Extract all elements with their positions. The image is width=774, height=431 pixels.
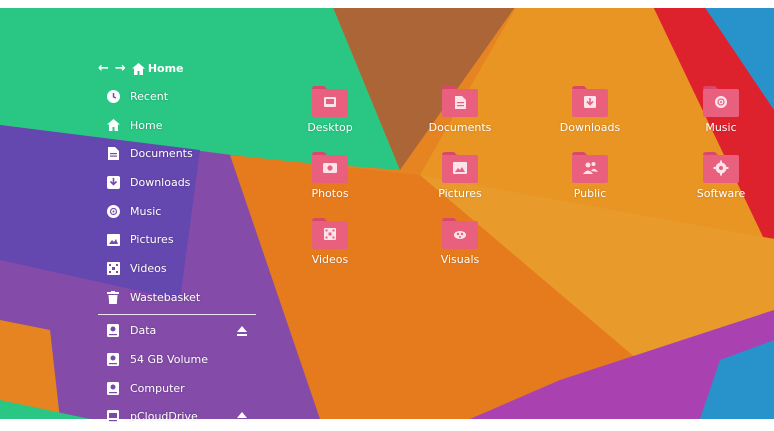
folder-photos[interactable]: Photos [290,151,370,200]
folder-documents[interactable]: Documents [420,85,500,134]
downloads-folder-icon [572,85,608,117]
sidebar-item-downloads[interactable]: Downloads [98,168,256,197]
location-bar: ← → Home [98,61,184,76]
trash-icon [106,290,120,304]
sidebar-item-label: Recent [130,89,169,103]
file-name: Music [705,121,737,134]
sidebar-item-computer[interactable]: Computer [98,374,256,403]
sidebar-item-videos[interactable]: Videos [98,254,256,283]
eject-icon[interactable] [236,325,248,337]
sidebar-item-label: Downloads [130,175,191,189]
sidebar-item-music[interactable]: Music [98,197,256,226]
sidebar-item-pictures[interactable]: Pictures [98,225,256,254]
sidebar-item-wastebasket[interactable]: Wastebasket [98,283,256,312]
sidebar-item-label: Music [130,204,162,218]
public-folder-icon [572,151,608,183]
file-name: Software [696,187,746,200]
file-name: Desktop [307,121,353,134]
sidebar-item-label: Documents [130,147,193,161]
file-name: Downloads [559,121,621,134]
visuals-folder-icon [442,217,478,249]
file-name: Documents [428,121,492,134]
clock-icon [106,89,120,103]
file-name: Public [573,187,607,200]
folder-music[interactable]: Music [681,85,761,134]
sidebar-item-54gb-volume[interactable]: 54 GB Volume [98,345,256,374]
sidebar-item-home[interactable]: Home [98,111,256,140]
sidebar-item-label: Home [130,118,163,132]
drive-icon [106,410,120,424]
videos-folder-icon [312,217,348,249]
music-icon [106,204,120,218]
sidebar-item-label: pCloudDrive [130,410,198,424]
sidebar-item-label: Computer [130,381,185,395]
file-name: Visuals [440,253,480,266]
sidebar-item-recent[interactable]: Recent [98,82,256,111]
file-name: Videos [311,253,349,266]
sidebar-item-label: Data [130,324,157,338]
software-folder-icon [703,151,739,183]
folder-desktop[interactable]: Desktop [290,85,370,134]
forward-icon[interactable]: → [115,61,126,76]
download-icon [106,175,120,189]
picture-icon [106,233,120,247]
folder-pictures[interactable]: Pictures [420,151,500,200]
sidebar-item-documents[interactable]: Documents [98,139,256,168]
breadcrumb-home[interactable]: Home [131,62,184,75]
drive-icon [106,324,120,338]
places-sidebar: Recent Home Documents Downloads Music Pi… [98,82,256,431]
desktop-folder-icon [312,85,348,117]
sidebar-item-label: Videos [130,261,167,275]
music-folder-icon [703,85,739,117]
home-icon [131,62,145,75]
sidebar-item-data[interactable]: Data [98,317,256,346]
sidebar-divider [98,313,256,315]
sidebar-item-label: Wastebasket [130,290,201,304]
document-icon [106,147,120,161]
documents-folder-icon [442,85,478,117]
sidebar-item-label: 54 GB Volume [130,353,208,367]
home-icon [106,118,120,132]
sidebar-item-label: Pictures [130,233,174,247]
pictures-folder-icon [442,151,478,183]
folder-public[interactable]: Public [550,151,630,200]
eject-icon[interactable] [236,411,248,423]
folder-software[interactable]: Software [681,151,761,200]
folder-downloads[interactable]: Downloads [550,85,630,134]
folder-visuals[interactable]: Visuals [420,217,500,266]
photos-folder-icon [312,151,348,183]
video-icon [106,261,120,275]
sidebar-item-pclouddrive[interactable]: pCloudDrive [98,403,256,431]
file-name: Pictures [438,187,482,200]
drive-icon [106,381,120,395]
file-name: Photos [311,187,349,200]
drive-icon [106,353,120,367]
back-icon[interactable]: ← [98,61,109,76]
top-edge [0,0,774,8]
breadcrumb-label: Home [147,62,184,75]
folder-videos[interactable]: Videos [290,217,370,266]
